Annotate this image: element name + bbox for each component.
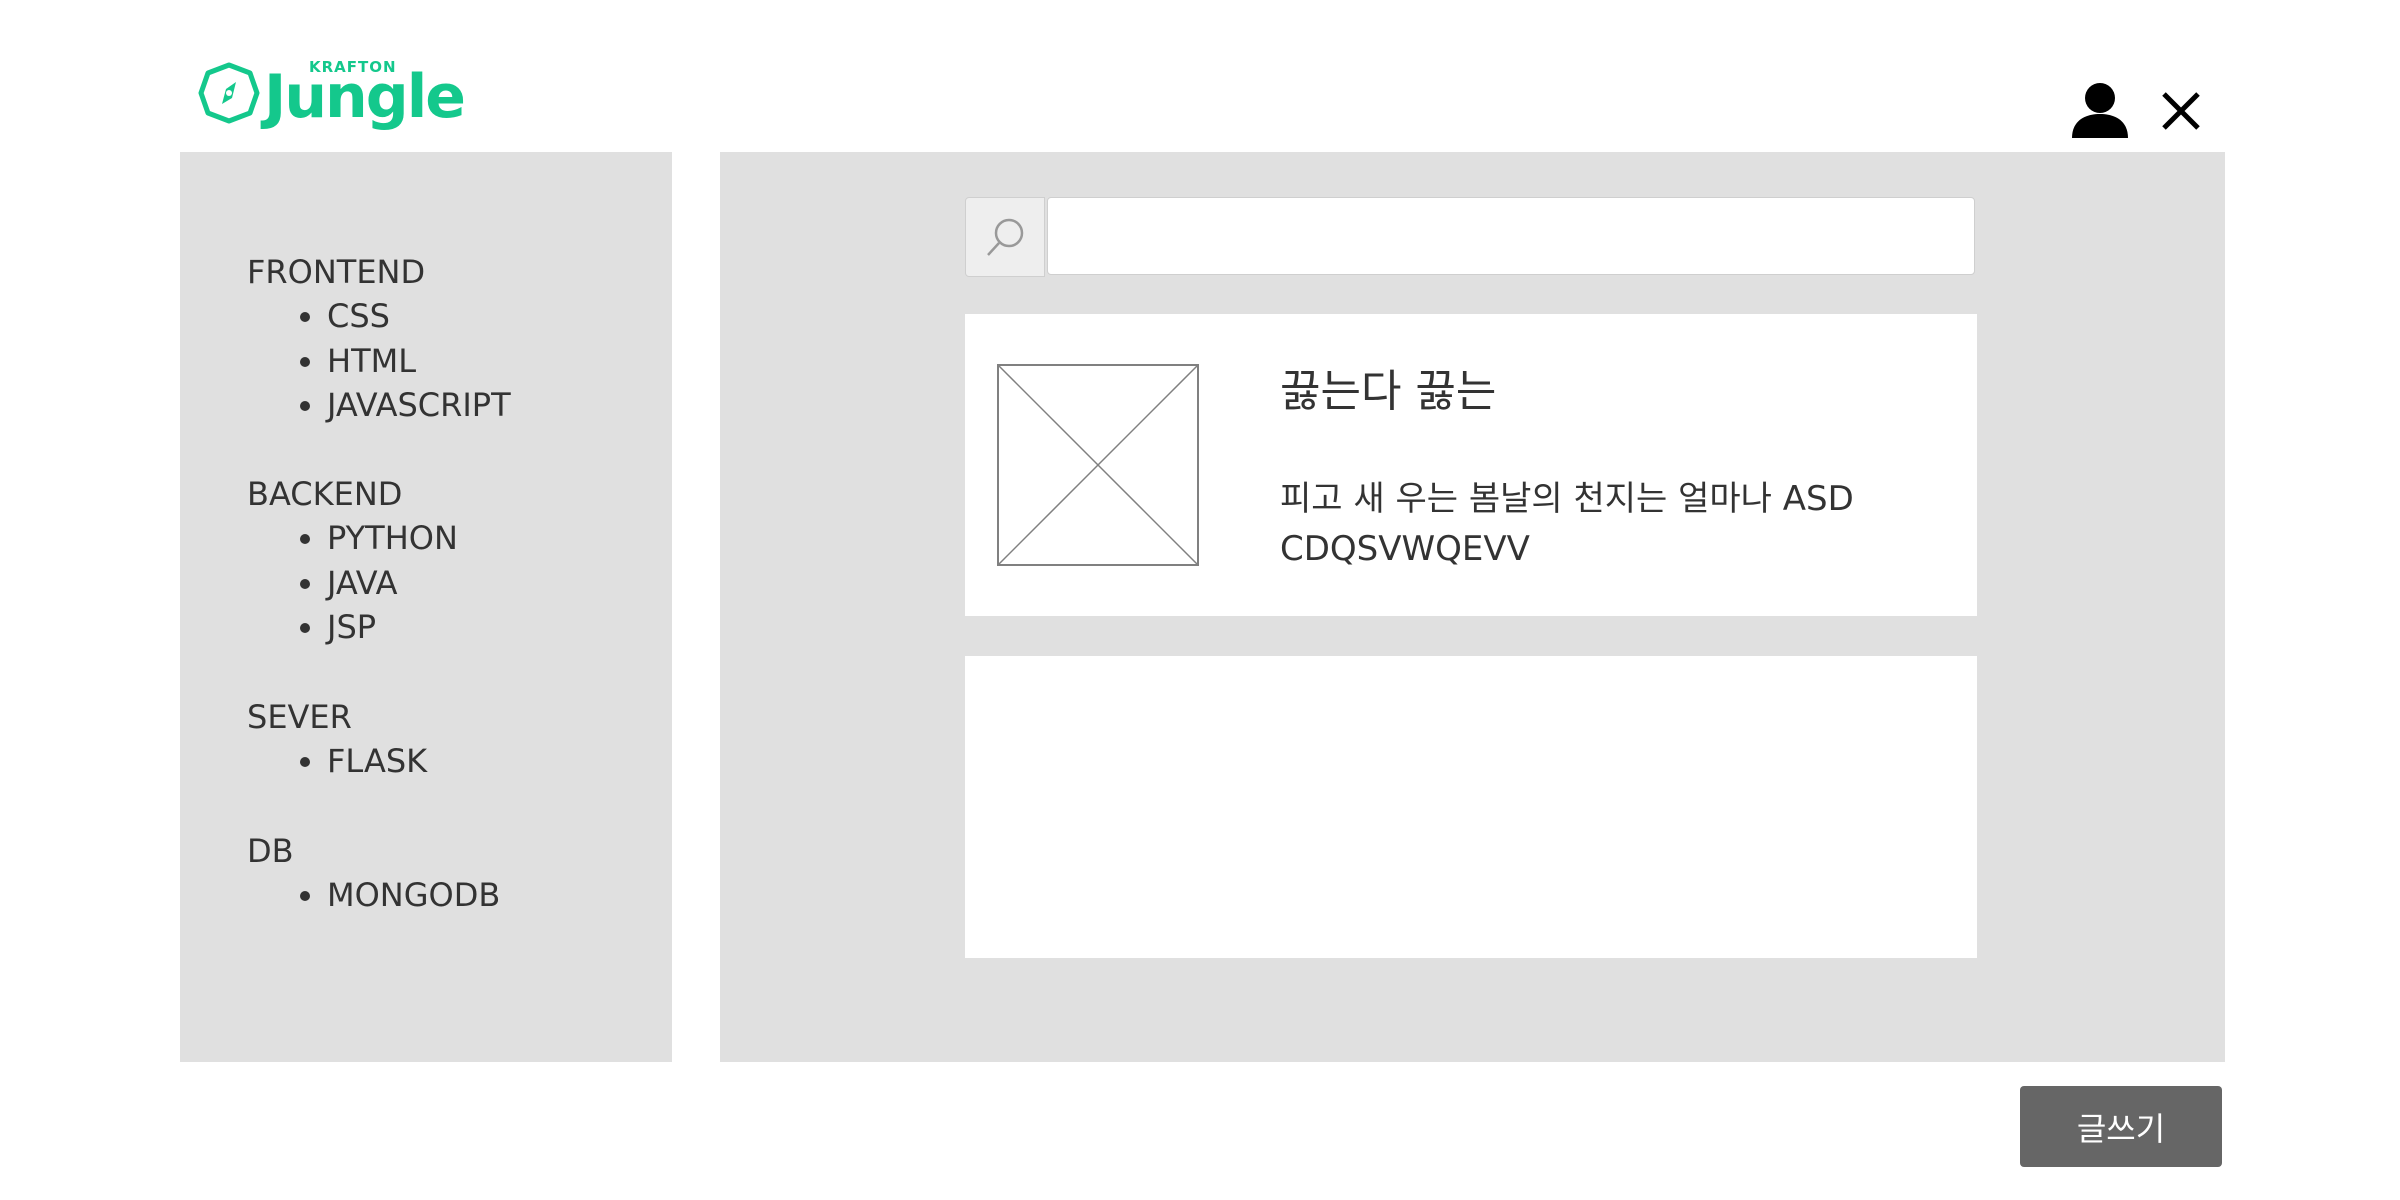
person-icon[interactable]: [2070, 80, 2130, 140]
category-item-python[interactable]: PYTHON: [327, 516, 458, 561]
category-group-backend: BACKEND PYTHON JAVA JSP: [247, 472, 458, 650]
category-item-java[interactable]: JAVA: [327, 561, 458, 606]
category-item-jsp[interactable]: JSP: [327, 605, 458, 650]
image-placeholder-icon: [997, 364, 1199, 566]
search-bar: [965, 197, 1977, 277]
category-title[interactable]: DB: [247, 829, 500, 873]
post-card-empty[interactable]: [965, 656, 1977, 958]
category-group-sever: SEVER FLASK: [247, 695, 427, 784]
category-group-db: DB MONGODB: [247, 829, 500, 918]
category-title[interactable]: BACKEND: [247, 472, 458, 516]
search-button[interactable]: [965, 197, 1045, 277]
category-item-css[interactable]: CSS: [327, 294, 511, 339]
post-card[interactable]: 끓는다 끓는 피고 새 우는 봄날의 천지는 얼마나 ASD CDQSVWQEV…: [965, 314, 1977, 616]
search-icon: [987, 218, 1024, 256]
category-item-flask[interactable]: FLASK: [327, 739, 427, 784]
category-item-javascript[interactable]: JAVASCRIPT: [327, 383, 511, 428]
brand-name: Jungle: [264, 62, 466, 132]
category-sidebar: FRONTEND CSS HTML JAVASCRIPT BACKEND PYT…: [180, 152, 672, 1062]
post-description: 피고 새 우는 봄날의 천지는 얼마나 ASD CDQSVWQEVV: [1280, 479, 1854, 569]
main-content: 끓는다 끓는 피고 새 우는 봄날의 천지는 얼마나 ASD CDQSVWQEV…: [720, 152, 2225, 1062]
category-group-frontend: FRONTEND CSS HTML JAVASCRIPT: [247, 250, 511, 428]
compass-icon: [198, 62, 260, 124]
category-item-html[interactable]: HTML: [327, 339, 511, 384]
post-title[interactable]: 끓는다 끓는: [1280, 362, 1496, 422]
category-title[interactable]: SEVER: [247, 695, 427, 739]
category-title[interactable]: FRONTEND: [247, 250, 511, 294]
brand-logo[interactable]: KRAFTON Jungle: [198, 58, 466, 132]
search-input[interactable]: [1047, 197, 1975, 275]
write-post-button[interactable]: 글쓰기: [2020, 1086, 2222, 1167]
close-icon[interactable]: [2160, 90, 2202, 132]
category-item-mongodb[interactable]: MONGODB: [327, 873, 500, 918]
